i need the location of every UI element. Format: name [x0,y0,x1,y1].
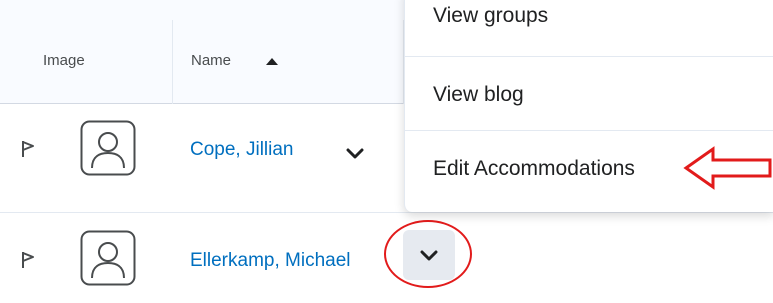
annotation-arrow [683,146,772,190]
column-header-name[interactable]: Name [191,52,231,69]
row-divider [0,212,773,213]
chevron-down-icon[interactable] [346,148,364,160]
flag-icon[interactable] [20,251,36,269]
menu-divider [405,130,773,131]
menu-item-view-groups[interactable]: View groups [433,4,548,28]
student-name-link[interactable]: Cope, Jillian [190,139,294,161]
menu-item-edit-accommodations[interactable]: Edit Accommodations [433,157,635,181]
flag-icon[interactable] [20,140,36,158]
column-header-image: Image [43,52,85,69]
menu-item-view-blog[interactable]: View blog [433,83,524,107]
sort-ascending-icon[interactable] [266,58,278,65]
user-avatar-icon [80,230,136,286]
menu-divider [405,56,773,57]
student-name-link[interactable]: Ellerkamp, Michael [190,250,351,272]
column-divider [172,20,173,104]
user-avatar-icon [80,120,136,176]
annotation-circle [384,220,472,288]
